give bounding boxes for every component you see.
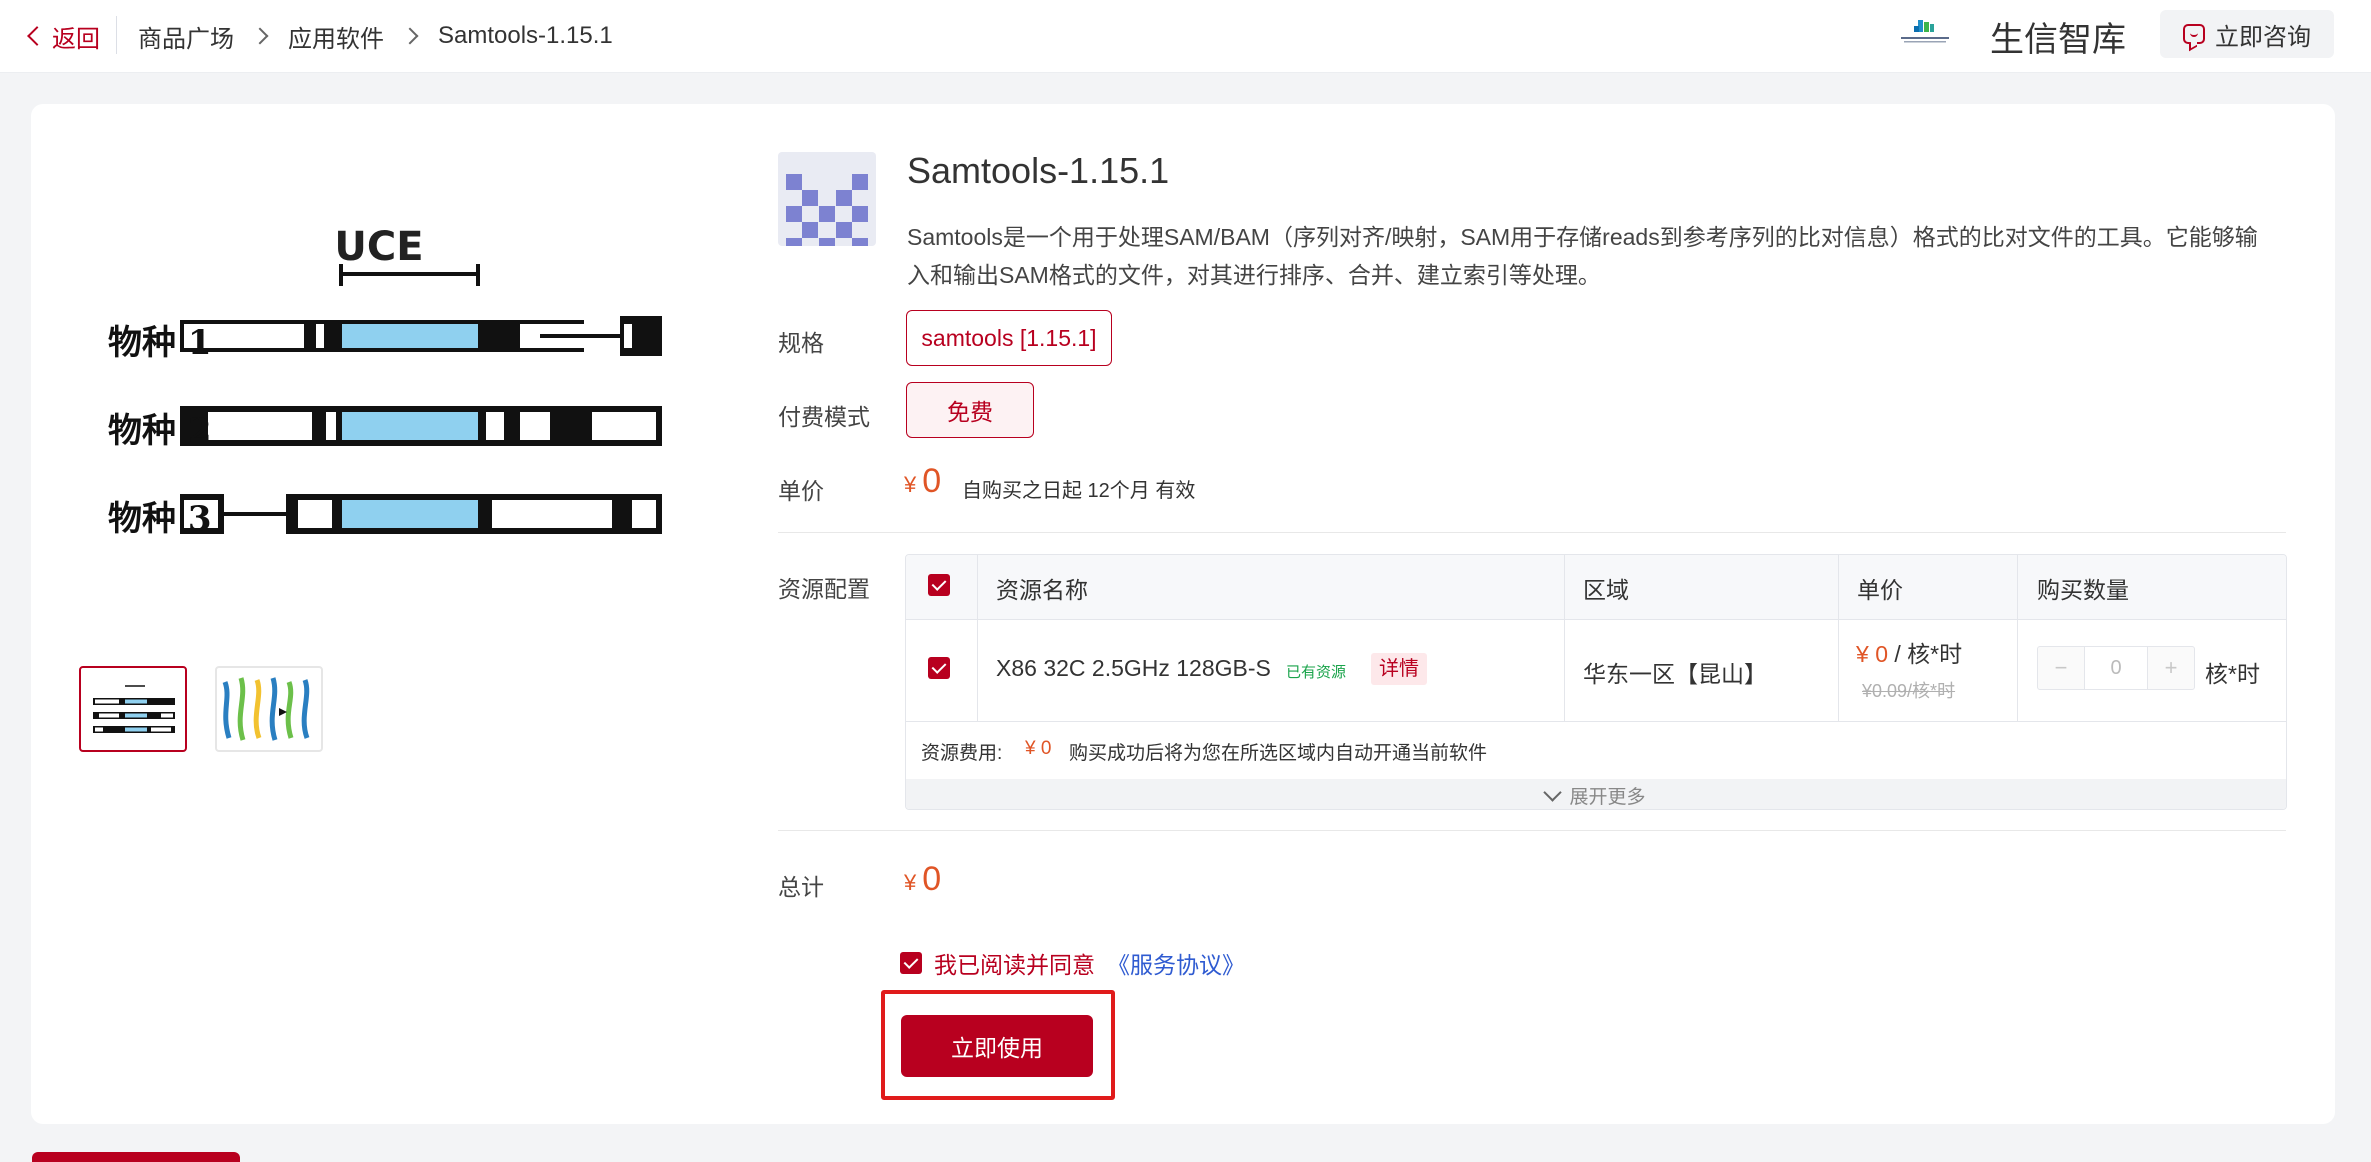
thumbnail-1[interactable]	[79, 666, 187, 752]
species-2-label: 物种 2	[108, 411, 212, 451]
resource-config-label: 资源配置	[778, 576, 870, 602]
chevron-down-icon	[1543, 782, 1563, 802]
currency-symbol: ¥	[904, 472, 917, 497]
quantity-unit: 核*时	[2205, 661, 2260, 687]
chevron-right-icon	[251, 27, 269, 45]
fee-label: 资源费用:	[921, 743, 1003, 764]
row-checkbox[interactable]	[928, 657, 950, 679]
price-unit: / 核*时	[1894, 641, 1963, 667]
consult-label: 立即咨询	[2215, 23, 2311, 51]
breadcrumb-item-software[interactable]: 应用软件	[288, 19, 384, 54]
column-divider	[1564, 555, 1565, 721]
expand-more-button[interactable]: 展开更多	[906, 779, 2286, 809]
price-value: 0	[1875, 641, 1888, 667]
column-header-price: 单价	[1857, 577, 1903, 603]
uce-label: UCE	[334, 224, 423, 270]
total-number: 0	[922, 860, 942, 898]
fee-note: 购买成功后将为您在所选区域内自动开通当前软件	[1069, 743, 1488, 764]
decrement-button[interactable]: −	[2038, 647, 2084, 689]
agreement-checkbox[interactable]	[900, 952, 922, 974]
breadcrumb-item-current: Samtools-1.15.1	[438, 22, 613, 49]
brand-name: 生信智库	[1990, 21, 2126, 59]
select-all-checkbox[interactable]	[928, 574, 950, 596]
chat-icon	[2183, 24, 2205, 44]
fee-value: ¥ 0	[1025, 738, 1052, 759]
consult-button[interactable]: 立即咨询	[2160, 10, 2334, 58]
resource-unit-price: ¥ 0 / 核*时	[1856, 635, 1962, 669]
divider	[778, 830, 2286, 831]
thumb-genome-art-image	[222, 677, 310, 741]
owned-badge: 已有资源	[1286, 664, 1347, 681]
total-label: 总计	[778, 874, 824, 900]
validity-text: 自购买之日起 12个月 有效	[962, 480, 1196, 502]
species-3-label: 物种 3	[108, 499, 212, 539]
service-agreement-link[interactable]: 《服务协议》	[1107, 946, 1245, 980]
breadcrumb-item-market[interactable]: 商品广场	[138, 19, 234, 54]
payment-label: 付费模式	[778, 404, 870, 430]
product-title: Samtools-1.15.1	[907, 150, 1170, 191]
thumb-gene-alignment-image	[93, 685, 175, 733]
use-now-button[interactable]: 立即使用	[901, 1015, 1093, 1077]
thumbnail-2[interactable]	[215, 666, 323, 752]
spec-label: 规格	[778, 330, 824, 356]
payment-option-free[interactable]: 免费	[906, 382, 1034, 438]
bottom-strip	[32, 1152, 240, 1162]
increment-button[interactable]: +	[2148, 647, 2194, 689]
app-icon	[778, 152, 876, 246]
total-currency-symbol: ¥	[904, 870, 917, 895]
divider	[116, 16, 117, 54]
total-value: ¥0	[904, 860, 941, 899]
product-description: Samtools是一个用于处理SAM/BAM（序列对齐/映射，SAM用于存储re…	[907, 224, 2258, 288]
unit-price-value: ¥0	[904, 462, 941, 501]
column-divider	[977, 555, 978, 721]
detail-button[interactable]: 详情	[1371, 653, 1427, 685]
resource-name: X86 32C 2.5GHz 128GB-S	[996, 655, 1271, 681]
agreement-row: 我已阅读并同意 《服务协议》	[900, 946, 1245, 980]
species-1-label: 物种 1	[108, 323, 212, 363]
agreement-text: 我已阅读并同意	[934, 952, 1095, 978]
quantity-input[interactable]: 0	[2084, 647, 2148, 689]
resource-table: 资源名称 区域 单价 购买数量 X86 32C 2.5GHz 128GB-S 已…	[905, 554, 2287, 810]
column-header-name: 资源名称	[996, 577, 1088, 603]
back-link[interactable]: 返回	[27, 18, 100, 54]
chevron-right-icon	[401, 27, 419, 45]
chevron-left-icon	[27, 26, 47, 46]
back-label: 返回	[52, 25, 100, 53]
resource-region: 华东一区【昆山】	[1583, 661, 1767, 687]
brand-logo	[1901, 20, 1949, 43]
column-header-quantity: 购买数量	[2037, 577, 2129, 603]
spec-option[interactable]: samtools [1.15.1]	[906, 310, 1112, 366]
column-divider	[1838, 555, 1839, 721]
column-divider	[2017, 555, 2018, 721]
breadcrumb: 商品广场 应用软件 Samtools-1.15.1	[138, 18, 613, 54]
resource-fee-row: 资源费用: ¥ 0 购买成功后将为您在所选区域内自动开通当前软件	[906, 721, 2286, 780]
quantity-stepper: − 0 +	[2037, 646, 2195, 690]
price-symbol: ¥	[1856, 641, 1869, 667]
column-header-region: 区域	[1583, 577, 1629, 603]
product-main-image: UCE 物种 1 物种 2 物种 3	[108, 224, 662, 539]
top-bar: 返回 商品广场 应用软件 Samtools-1.15.1 生信智库 立即咨询	[0, 0, 2371, 73]
divider	[778, 532, 2286, 533]
original-price: ¥0.09/核*时	[1862, 681, 1956, 701]
unit-price-number: 0	[922, 462, 942, 500]
expand-label: 展开更多	[1569, 786, 1646, 808]
unit-price-label: 单价	[778, 478, 824, 504]
